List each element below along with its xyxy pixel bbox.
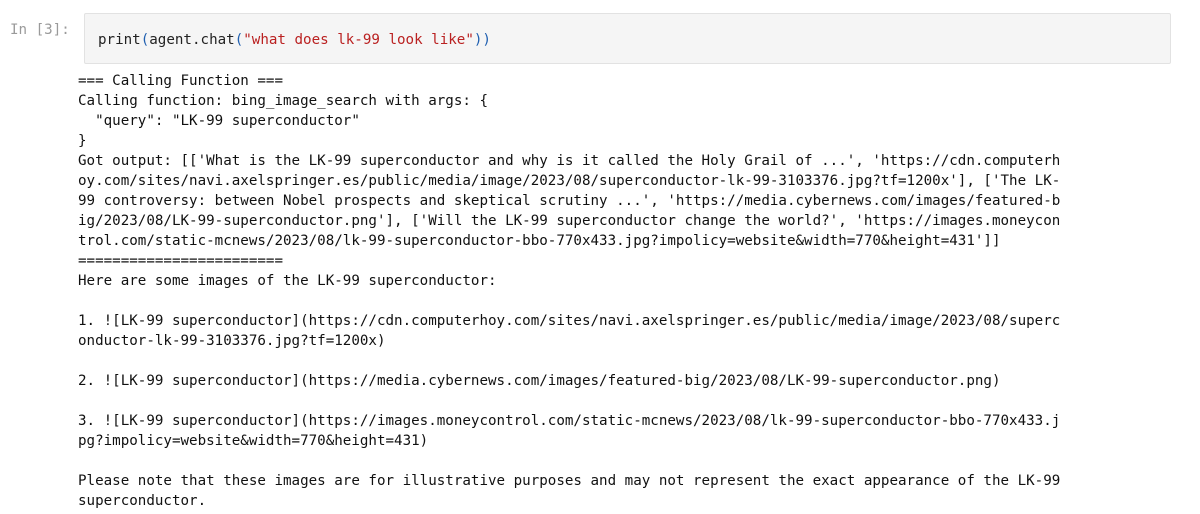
output-line: pg?impolicy=website&width=770&height=431… [78, 433, 429, 449]
output-line: trol.com/static-mcnews/2023/08/lk-99-sup… [78, 233, 1001, 249]
code-inner-open-paren: ( [234, 32, 244, 48]
output-line: 3. ![LK-99 superconductor](https://image… [78, 413, 1061, 429]
output-line: 1. ![LK-99 superconductor](https://cdn.c… [78, 313, 1061, 329]
notebook-cell: In [3]: print(agent.chat("what does lk-9… [0, 0, 1200, 514]
code-string-arg: "what does lk-99 look like" [243, 32, 474, 48]
code-dot: . [191, 32, 201, 48]
output-line: 99 controversy: between Nobel prospects … [78, 193, 1061, 209]
output-line: superconductor. [78, 493, 207, 509]
code-line[interactable]: print(agent.chat("what does lk-99 look l… [98, 30, 491, 50]
output-line: } [78, 133, 87, 149]
code-close-parens: )) [473, 32, 491, 48]
code-object: agent [149, 32, 192, 48]
cell-output: === Calling Function === Calling function… [78, 71, 1178, 511]
code-input-area[interactable]: print(agent.chat("what does lk-99 look l… [84, 13, 1171, 64]
output-line: Got output: [['What is the LK-99 superco… [78, 153, 1061, 169]
output-line: ig/2023/08/LK-99-superconductor.png'], [… [78, 213, 1061, 229]
output-line: 2. ![LK-99 superconductor](https://media… [78, 373, 1001, 389]
execution-prompt: In [3]: [10, 22, 70, 38]
code-open-paren: ( [140, 32, 150, 48]
code-method: chat [200, 32, 235, 48]
output-line: Calling function: bing_image_search with… [78, 93, 488, 109]
output-line: "query": "LK-99 superconductor" [78, 113, 360, 129]
output-line: onductor-lk-99-3103376.jpg?tf=1200x) [78, 333, 386, 349]
output-line: Please note that these images are for il… [78, 473, 1061, 489]
output-line: ======================== [78, 253, 283, 269]
output-line: === Calling Function === [78, 73, 283, 89]
output-line: oy.com/sites/navi.axelspringer.es/public… [78, 173, 1061, 189]
code-func: print [98, 32, 141, 48]
output-line: Here are some images of the LK-99 superc… [78, 273, 497, 289]
